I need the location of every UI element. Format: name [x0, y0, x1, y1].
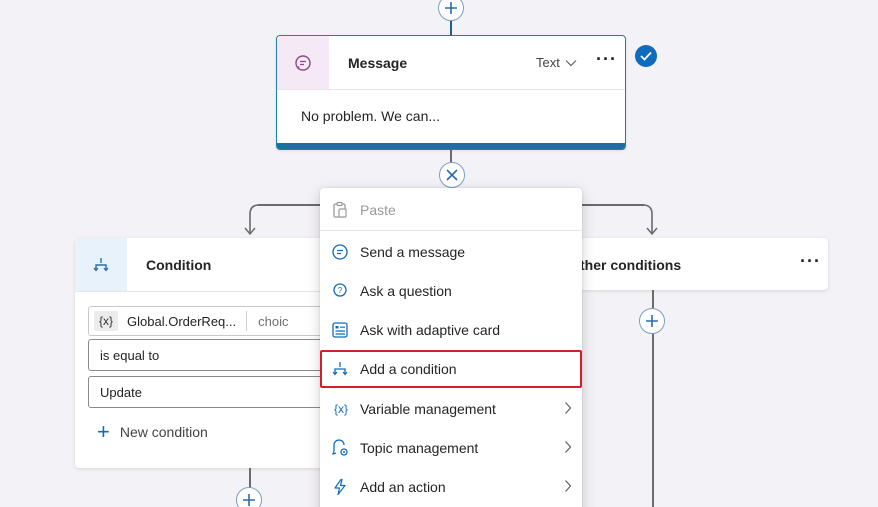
question-icon: ? [331, 282, 349, 300]
message-type-dropdown[interactable]: Text [536, 55, 577, 70]
chevron-right-icon [565, 402, 572, 414]
add-node-button-other[interactable] [639, 308, 665, 334]
menu-item-label: Paste [360, 202, 396, 218]
menu-item-ask-adaptive-card[interactable]: Ask with adaptive card [320, 311, 582, 349]
menu-item-send-message[interactable]: Send a message [320, 233, 582, 271]
message-more-button[interactable]: ··· [596, 49, 617, 70]
variable-icon: {x} [333, 402, 348, 416]
condition-node-title: Condition [146, 257, 212, 273]
close-icon [446, 169, 458, 181]
variable-type: choic [258, 313, 289, 329]
divider [246, 311, 248, 331]
message-node-icon-box [277, 36, 329, 89]
new-condition-label: New condition [119, 424, 208, 440]
close-menu-button[interactable] [439, 162, 465, 188]
message-type-label: Text [536, 55, 560, 70]
menu-item-label: Ask a question [360, 283, 452, 299]
menu-item-label: Variable management [360, 401, 496, 417]
paste-icon [331, 201, 349, 219]
message-node-header: Message Text ··· [277, 36, 625, 90]
condition-operator-dropdown[interactable]: is equal to [88, 339, 348, 371]
message-node-card[interactable]: Message Text ··· No problem. We can... [276, 35, 626, 150]
divider [75, 291, 345, 292]
plus-icon [445, 2, 457, 14]
message-card-bottom-bar [277, 143, 625, 149]
other-conditions-more-button[interactable]: ··· [800, 251, 821, 272]
message-icon [295, 54, 311, 71]
branch-arrow-right [642, 204, 658, 236]
adaptive-card-icon [331, 321, 349, 339]
menu-item-ask-question[interactable]: ? Ask a question [320, 272, 582, 310]
menu-item-label: Ask with adaptive card [360, 322, 501, 338]
chevron-right-icon [565, 441, 572, 453]
authoring-canvas: Message Text ··· No problem. We can... C… [0, 0, 878, 507]
condition-value-input[interactable]: Update [88, 376, 348, 408]
svg-text:?: ? [338, 286, 343, 295]
topic-icon [331, 439, 349, 457]
menu-item-paste[interactable]: Paste [320, 191, 582, 229]
menu-item-label: Add an action [360, 479, 446, 495]
chevron-right-icon [565, 480, 572, 492]
menu-divider [320, 230, 582, 231]
menu-item-add-condition[interactable]: Add a condition [320, 350, 582, 388]
branch-connector-left [258, 204, 320, 206]
lightning-icon [331, 478, 349, 496]
add-node-context-menu: Paste Send a message ? Ask a question As… [320, 188, 582, 507]
menu-item-topic-management[interactable]: Topic management [320, 429, 582, 467]
menu-item-label: Topic management [360, 440, 479, 456]
chevron-down-icon [565, 59, 577, 66]
variable-name: Global.OrderReq... [127, 313, 237, 329]
other-conditions-card[interactable]: ther conditions ··· [560, 238, 828, 290]
branch-icon [331, 360, 349, 378]
branch-icon [93, 257, 109, 272]
add-node-button-condition[interactable] [236, 487, 262, 507]
message-preview-text: No problem. We can... [301, 108, 441, 124]
condition-node-icon-box [75, 238, 127, 291]
menu-item-label: Add a condition [360, 361, 457, 377]
condition-variable-selector[interactable]: {x} Global.OrderReq... choic [88, 306, 348, 336]
other-conditions-title: ther conditions [580, 257, 682, 273]
status-badge [635, 45, 657, 67]
new-condition-button[interactable]: + New condition [97, 419, 208, 444]
branch-arrow-left [244, 204, 260, 236]
plus-icon: + [97, 419, 110, 444]
menu-item-label: Send a message [360, 244, 466, 260]
message-node-title: Message [348, 55, 408, 71]
plus-icon [646, 315, 658, 327]
condition-node-card[interactable]: Condition {x} Global.OrderReq... choic i… [75, 238, 348, 468]
checkmark-icon [640, 51, 652, 61]
menu-item-variable-management[interactable]: {x} Variable management [320, 390, 582, 428]
add-node-button-top[interactable] [438, 0, 464, 21]
variable-chip: {x} [94, 311, 119, 331]
message-icon [331, 243, 349, 261]
branch-connector-right [582, 204, 644, 206]
menu-item-add-action[interactable]: Add an action [320, 468, 582, 506]
plus-icon [243, 494, 255, 506]
